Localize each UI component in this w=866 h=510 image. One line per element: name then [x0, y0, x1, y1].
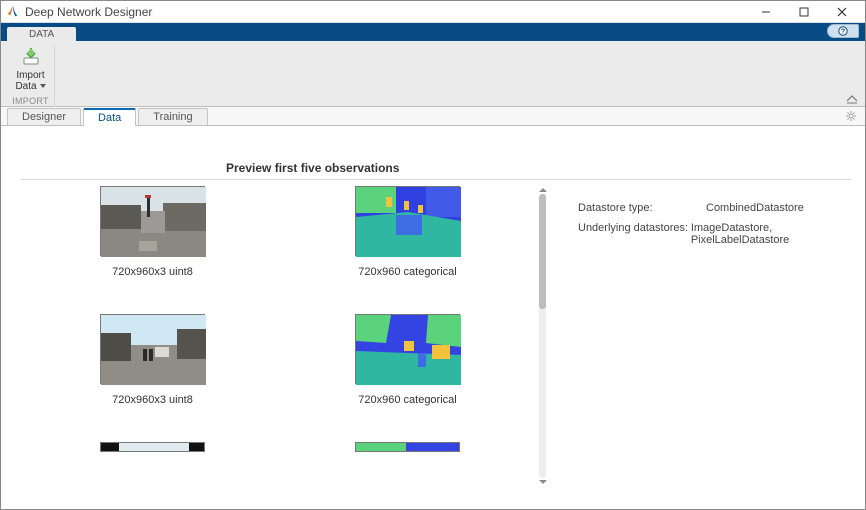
label-thumbnail[interactable]	[355, 442, 460, 452]
window-title: Deep Network Designer	[25, 5, 747, 19]
toolstrip: ImportData IMPORT	[1, 41, 865, 107]
scroll-track[interactable]	[539, 194, 546, 478]
image-caption: 720x960x3 uint8	[112, 394, 193, 406]
label-cell	[355, 442, 460, 452]
label-caption: 720x960 categorical	[358, 394, 456, 406]
title-bar: Deep Network Designer	[1, 1, 865, 23]
chevron-down-icon	[40, 84, 46, 88]
import-icon	[21, 46, 41, 69]
label-thumbnail[interactable]	[355, 314, 460, 384]
matlab-icon	[5, 5, 19, 19]
import-label: ImportData	[15, 70, 45, 92]
info-row-underlying: Underlying datastores: ImageDatastore, P…	[578, 222, 852, 246]
image-thumbnail[interactable]	[100, 442, 205, 452]
ribbon-tab-data[interactable]: DATA	[7, 27, 76, 41]
scroll-thumb[interactable]	[539, 194, 546, 309]
label-caption: 720x960 categorical	[358, 266, 456, 278]
info-row-type: Datastore type: CombinedDatastore	[578, 202, 852, 214]
observation-row	[20, 442, 540, 452]
scroll-down-icon[interactable]	[538, 478, 548, 486]
preview-heading: Preview first five observations	[226, 161, 852, 175]
info-value: CombinedDatastore	[706, 202, 804, 214]
minimize-button[interactable]	[747, 2, 785, 22]
import-group: ImportData IMPORT	[7, 44, 55, 108]
tab-options-button[interactable]	[845, 110, 857, 125]
minimize-toolstrip-button[interactable]	[845, 94, 859, 104]
image-cell: 720x960x3 uint8	[100, 186, 205, 278]
gallery-scrollbar[interactable]	[535, 186, 550, 486]
close-button[interactable]	[823, 2, 861, 22]
observation-row: 720x960x3 uint8 720	[20, 314, 540, 406]
divider	[20, 179, 852, 180]
tab-training[interactable]: Training	[138, 108, 207, 125]
label-cell: 720x960 categorical	[355, 186, 460, 278]
tab-designer[interactable]: Designer	[7, 108, 81, 125]
document-tabs: Designer Data Training	[1, 107, 865, 126]
image-cell	[100, 442, 205, 452]
data-panel: Preview first five observations	[2, 127, 864, 508]
info-value: ImageDatastore, PixelLabelDatastore	[691, 222, 852, 246]
info-label: Underlying datastores:	[578, 222, 691, 246]
label-cell: 720x960 categorical	[355, 314, 460, 406]
ribbon-tab-strip: DATA ?	[1, 23, 865, 41]
tab-data[interactable]: Data	[83, 108, 136, 126]
image-thumbnail[interactable]	[100, 314, 205, 384]
image-caption: 720x960x3 uint8	[112, 266, 193, 278]
image-thumbnail[interactable]	[100, 186, 205, 256]
image-cell: 720x960x3 uint8	[100, 314, 205, 406]
help-button[interactable]: ?	[827, 24, 859, 38]
maximize-button[interactable]	[785, 2, 823, 22]
group-label: IMPORT	[12, 96, 49, 106]
scroll-up-icon[interactable]	[538, 186, 548, 194]
svg-text:?: ?	[841, 29, 845, 36]
import-data-button[interactable]: ImportData	[13, 44, 47, 94]
info-label: Datastore type:	[578, 202, 706, 214]
observation-row: 720x960x3 uint8	[20, 186, 540, 278]
preview-gallery: 720x960x3 uint8	[20, 186, 550, 486]
label-thumbnail[interactable]	[355, 186, 460, 256]
datastore-info: Datastore type: CombinedDatastore Underl…	[550, 186, 852, 486]
